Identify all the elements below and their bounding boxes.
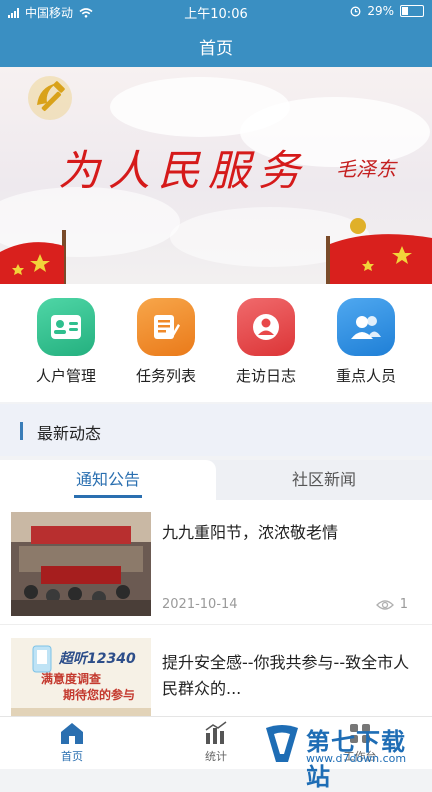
- menu-visit-log[interactable]: 走访日志: [216, 298, 316, 386]
- news-title: 九九重阳节，浓浓敬老情: [162, 523, 339, 542]
- section-title: 最新动态: [37, 424, 102, 443]
- red-flag-right-icon: [326, 218, 432, 284]
- watermark-url: www.d7down.com: [306, 752, 407, 765]
- news-thumbnail: 超听12340 满意度调查 期待您的参与: [11, 638, 151, 716]
- banner[interactable]: 为人民服务 毛泽东: [0, 67, 432, 284]
- eye-icon: [375, 599, 394, 610]
- list-item[interactable]: 超听12340 满意度调查 期待您的参与 提升安全感--你我共参与--致全市人民…: [0, 626, 432, 716]
- thumb-text: 满意度调查: [41, 672, 102, 686]
- section-header: 最新动态: [0, 404, 432, 456]
- tabbar-label: 首页: [61, 750, 83, 763]
- news-thumbnail: [11, 512, 151, 616]
- watermark-logo-icon: [266, 725, 298, 762]
- section-accent-bar: [20, 422, 23, 440]
- site-watermark: 第七下载站 www.d7down.com: [258, 720, 426, 791]
- party-emblem-icon: [28, 76, 72, 120]
- menu-task-list[interactable]: 任务列表: [116, 298, 216, 386]
- banner-signature: 毛泽东: [336, 157, 396, 181]
- home-icon: [61, 723, 83, 744]
- news-tabs: 通知公告 社区新闻: [0, 460, 432, 500]
- list-item[interactable]: 九九重阳节，浓浓敬老情 2021-10-14 1: [0, 500, 432, 625]
- thumb-text: 期待您的参与: [63, 688, 136, 702]
- tabbar-statistics[interactable]: 统计: [176, 721, 256, 764]
- task-list-icon: [137, 298, 195, 356]
- page-title: 首页: [199, 39, 233, 59]
- tab-notices[interactable]: 通知公告: [0, 460, 216, 500]
- tab-label: 社区新闻: [291, 470, 356, 489]
- battery-percent: 29%: [367, 4, 394, 18]
- menu-label: 人户管理: [35, 367, 96, 385]
- tabbar-home[interactable]: 首页: [32, 721, 112, 764]
- battery-icon: [400, 5, 424, 17]
- tab-community-news[interactable]: 社区新闻: [216, 460, 432, 500]
- menu-household-management[interactable]: 人户管理: [16, 298, 116, 386]
- quick-menu: 人户管理 任务列表 走访日志 重点人员: [0, 284, 432, 402]
- tab-active-indicator: [74, 495, 142, 498]
- visit-log-icon: [237, 298, 295, 356]
- bar-chart-icon: [205, 721, 227, 744]
- tabbar-label: 统计: [205, 750, 227, 763]
- news-views: 1: [375, 597, 408, 612]
- menu-key-persons[interactable]: 重点人员: [316, 298, 416, 386]
- news-title: 提升安全感--你我共参与--致全市人民群众的...: [162, 653, 410, 698]
- id-card-icon: [37, 298, 95, 356]
- views-count: 1: [399, 597, 408, 612]
- menu-label: 任务列表: [135, 367, 196, 385]
- nav-bar: 首页: [0, 22, 432, 67]
- menu-label: 重点人员: [335, 367, 396, 385]
- people-icon: [337, 298, 395, 356]
- news-date: 2021-10-14: [162, 597, 238, 612]
- red-flag-left-icon: [0, 230, 66, 284]
- tab-label: 通知公告: [75, 470, 140, 489]
- thumb-text: 超听12340: [59, 651, 136, 667]
- news-list: 九九重阳节，浓浓敬老情 2021-10-14 1 超听12340 满意度调查 期…: [0, 500, 432, 716]
- banner-slogan: 为人民服务: [58, 146, 309, 195]
- status-bar: 中国移动 上午10:06 29%: [0, 0, 432, 22]
- alarm-icon: [350, 6, 361, 16]
- menu-label: 走访日志: [235, 367, 296, 385]
